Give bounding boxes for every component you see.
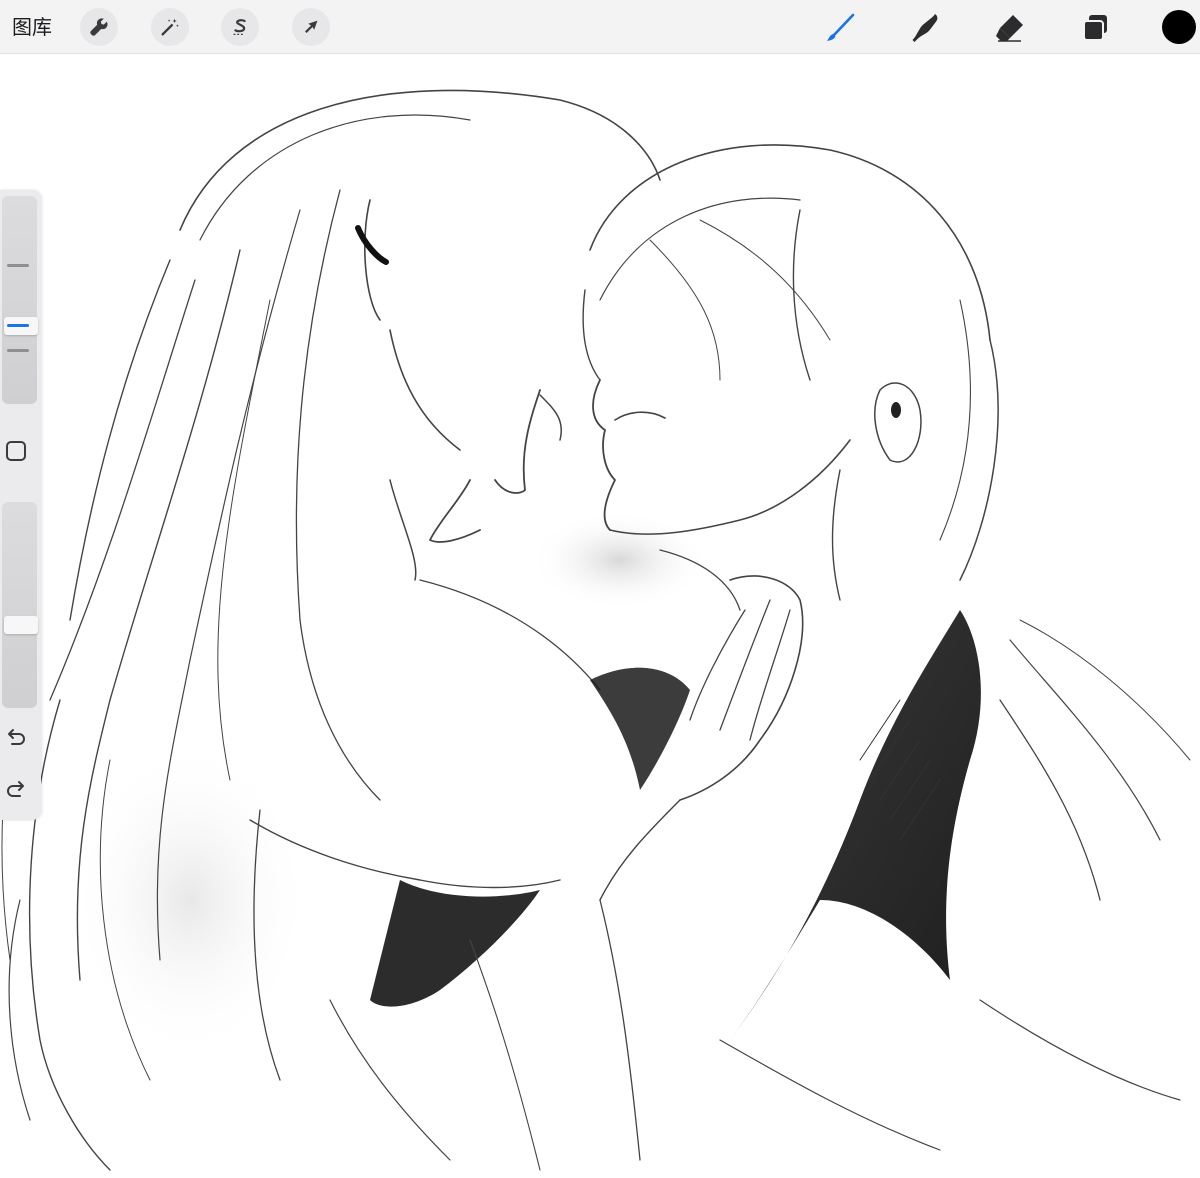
eraser-button[interactable]: [990, 8, 1030, 48]
layers-icon: [1083, 15, 1107, 41]
actions-button[interactable]: [80, 8, 118, 46]
brush-button[interactable]: [820, 8, 860, 48]
brush-size-preset-mark: [7, 264, 29, 267]
redo-arrow-icon[interactable]: [4, 778, 28, 802]
arrow-cursor-icon: [305, 20, 318, 33]
square-icon[interactable]: [6, 441, 26, 461]
top-toolbar: 图库: [0, 0, 1200, 54]
sketch-artwork: [1, 89, 1191, 1171]
brush-sidebar: [0, 190, 41, 820]
color-picker-button[interactable]: [1162, 10, 1196, 44]
transform-button[interactable]: [292, 8, 330, 46]
wrench-icon: [90, 18, 108, 36]
smudge-button[interactable]: [905, 8, 945, 48]
adjustments-button[interactable]: [151, 8, 189, 46]
drawing-canvas[interactable]: [0, 54, 1200, 1178]
eraser-icon: [996, 15, 1023, 42]
selection-s-icon: [233, 19, 246, 35]
magic-wand-icon: [161, 18, 179, 36]
brush-size-slider[interactable]: [2, 196, 38, 404]
undo-arrow-icon[interactable]: [4, 726, 28, 750]
brush-size-indicator: [7, 324, 29, 327]
smudge-finger-icon: [912, 14, 938, 42]
selection-button[interactable]: [221, 8, 259, 46]
opacity-slider[interactable]: [2, 502, 38, 708]
brush-icon: [827, 13, 855, 41]
gallery-button[interactable]: 图库: [12, 13, 52, 41]
layers-button[interactable]: [1076, 8, 1116, 48]
brush-size-preset-mark: [7, 349, 29, 352]
opacity-knob[interactable]: [4, 616, 38, 634]
